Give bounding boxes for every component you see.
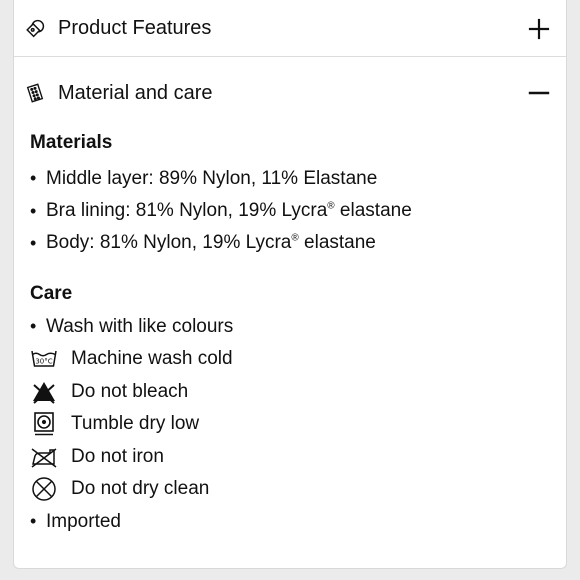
care-intro-text: Wash with like colours — [46, 315, 234, 337]
accordion-material-and-care[interactable]: Material and care — [14, 57, 566, 129]
do-not-bleach-icon — [30, 378, 58, 406]
list-item: • Bra lining: 81% Nylon, 19% Lycra® elas… — [30, 200, 412, 221]
care-instruction: Do not dry clean — [30, 473, 550, 505]
material-text: Middle layer: 89% Nylon, 11% Elastane — [46, 167, 378, 189]
care-footer-text: Imported — [46, 510, 121, 532]
materials-list: • Middle layer: 89% Nylon, 11% Elastane … — [30, 162, 550, 259]
tumble-dry-low-icon — [30, 410, 58, 438]
material-text: Bra lining: 81% Nylon, 19% Lycra® elasta… — [46, 200, 412, 221]
care-list: • Wash with like colours 30°C Machine wa… — [30, 310, 550, 538]
material-text: Body: 81% Nylon, 19% Lycra® elastane — [46, 232, 376, 253]
tag-icon — [24, 18, 46, 40]
care-instruction: Tumble dry low — [30, 408, 550, 440]
care-instruction: Do not bleach — [30, 375, 550, 408]
care-label: Do not bleach — [71, 380, 189, 402]
product-details-card: Product Features Material and care Mater… — [13, 0, 567, 569]
svg-text:30°C: 30°C — [35, 358, 52, 366]
list-item: • Middle layer: 89% Nylon, 11% Elastane — [30, 167, 378, 189]
care-label: Do not iron — [71, 445, 164, 467]
wash-30c-icon: 30°C — [30, 345, 58, 373]
minus-icon[interactable] — [528, 82, 550, 104]
care-instruction: 30°C Machine wash cold — [30, 343, 550, 375]
care-label: Do not dry clean — [71, 478, 210, 499]
list-item: • Body: 81% Nylon, 19% Lycra® elastane — [30, 232, 376, 253]
care-label: Tumble dry low — [71, 413, 200, 434]
care-label: Machine wash cold — [71, 348, 233, 369]
care-heading: Care — [30, 283, 73, 304]
accordion-title-product-features: Product Features — [58, 17, 212, 39]
materials-heading: Materials — [30, 132, 113, 153]
accordion-product-features[interactable]: Product Features — [14, 0, 566, 57]
plus-icon[interactable] — [528, 18, 550, 40]
list-item: • Wash with like colours — [30, 315, 234, 337]
care-instruction: Do not iron — [30, 440, 550, 473]
do-not-iron-icon — [30, 443, 58, 471]
accordion-title-material-and-care: Material and care — [58, 81, 213, 104]
list-item: • Imported — [30, 510, 121, 532]
do-not-dry-clean-icon — [30, 475, 58, 503]
fabric-swatch-icon — [24, 82, 46, 104]
material-care-panel: Materials • Middle layer: 89% Nylon, 11%… — [14, 129, 566, 538]
